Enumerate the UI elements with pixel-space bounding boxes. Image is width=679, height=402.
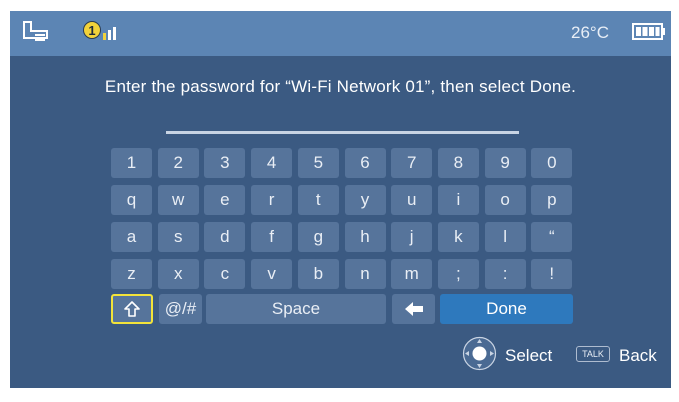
shift-arrow-icon (124, 301, 140, 317)
keyboard-key[interactable]: y (344, 185, 386, 215)
backspace-key[interactable] (392, 294, 435, 324)
keyboard-key[interactable]: 7 (391, 148, 433, 178)
keyboard-key[interactable]: u (391, 185, 433, 215)
keyboard-key[interactable]: p (531, 185, 573, 215)
keyboard-key[interactable]: v (251, 259, 293, 289)
keyboard-key[interactable]: w (157, 185, 199, 215)
keyboard-key[interactable]: 2 (157, 148, 199, 178)
keyboard-key[interactable]: d (204, 222, 246, 252)
connect-device-icon (23, 21, 48, 41)
status-bar: 1 26°C (10, 11, 671, 56)
keyboard-key[interactable]: t (297, 185, 339, 215)
password-input[interactable] (166, 131, 519, 134)
battery-full-icon (632, 23, 665, 40)
keyboard-key[interactable]: z (111, 259, 152, 289)
temperature-readout: 26°C (571, 23, 609, 42)
back-hint-label: Back (619, 346, 657, 365)
password-prompt: Enter the password for “Wi-Fi Network 01… (104, 77, 577, 96)
keyboard-key[interactable]: n (344, 259, 386, 289)
keyboard-key[interactable]: 5 (297, 148, 339, 178)
keyboard-key[interactable]: 9 (484, 148, 526, 178)
keyboard-key[interactable]: “ (531, 222, 573, 252)
select-hint-label: Select (505, 346, 553, 365)
done-button[interactable]: Done (440, 294, 573, 324)
signal-bars-icon (103, 27, 116, 40)
symbols-key[interactable]: @/# (159, 294, 202, 324)
shift-key[interactable] (111, 294, 153, 324)
keyboard-key[interactable]: 4 (251, 148, 293, 178)
keyboard-key[interactable]: 8 (437, 148, 479, 178)
space-key[interactable]: Space (206, 294, 386, 324)
keyboard-key[interactable]: q (111, 185, 152, 215)
keyboard-key[interactable]: k (437, 222, 479, 252)
keyboard-key[interactable]: 1 (111, 148, 152, 178)
keyboard-key[interactable]: x (157, 259, 199, 289)
keyboard-key[interactable]: o (484, 185, 526, 215)
keyboard-key[interactable]: e (204, 185, 246, 215)
keyboard-key[interactable]: b (297, 259, 339, 289)
keyboard-key[interactable]: s (157, 222, 199, 252)
keyboard-key[interactable]: h (344, 222, 386, 252)
keyboard-key[interactable]: c (204, 259, 246, 289)
backspace-arrow-icon (404, 302, 423, 316)
keyboard-key[interactable]: ! (531, 259, 573, 289)
keyboard-key[interactable]: f (251, 222, 293, 252)
keyboard-key[interactable]: j (391, 222, 433, 252)
keyboard-key[interactable]: 3 (204, 148, 246, 178)
keyboard-key[interactable]: 6 (344, 148, 386, 178)
keyboard-key[interactable]: g (297, 222, 339, 252)
keyboard-key[interactable]: : (484, 259, 526, 289)
keyboard-key[interactable]: m (391, 259, 433, 289)
keyboard-key[interactable]: l (484, 222, 526, 252)
keyboard-key[interactable]: r (251, 185, 293, 215)
dpad-icon (462, 336, 497, 371)
svg-text:1: 1 (88, 23, 95, 38)
keyboard-key[interactable]: ; (437, 259, 479, 289)
keyboard-key[interactable]: 0 (531, 148, 573, 178)
device-screen: 1 26°C Enter the password for “Wi-Fi Net… (10, 11, 671, 388)
talk-button-badge: TALK (576, 346, 610, 362)
keyboard-key[interactable]: a (111, 222, 152, 252)
keyboard-key[interactable]: i (437, 185, 479, 215)
